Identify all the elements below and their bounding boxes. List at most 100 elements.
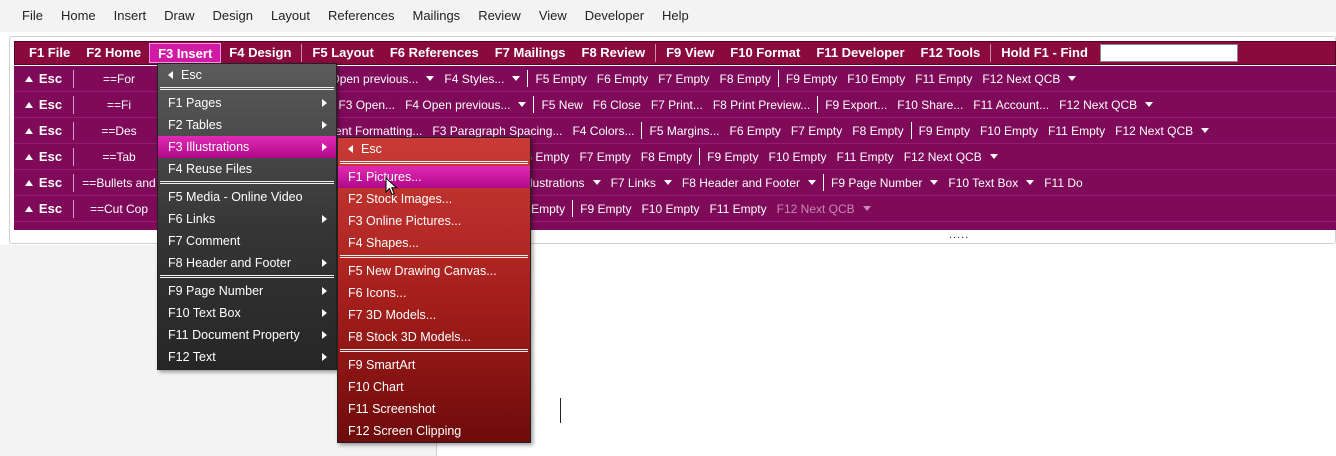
command-item[interactable]: F7 Print...: [646, 98, 708, 112]
esc-button[interactable]: Esc: [14, 121, 74, 140]
submenu-item-smartart[interactable]: F9 SmartArt: [338, 354, 530, 376]
esc-button[interactable]: Esc: [14, 147, 74, 166]
tab-view[interactable]: View: [530, 0, 576, 32]
submenu-item-esc[interactable]: Esc: [338, 138, 530, 160]
collapse-handle[interactable]: .....: [949, 229, 969, 241]
fkey-tab-developer[interactable]: F11 Developer: [808, 43, 912, 63]
command-item[interactable]: F4 Open previous...: [400, 98, 531, 112]
command-item[interactable]: F4 Styles...: [439, 72, 525, 86]
fkey-tab-home[interactable]: F2 Home: [78, 43, 149, 63]
command-item[interactable]: F6 Close: [588, 98, 646, 112]
command-item[interactable]: F8 Empty: [715, 72, 776, 86]
fkey-tab-format[interactable]: F10 Format: [722, 43, 808, 63]
tab-layout[interactable]: Layout: [262, 0, 319, 32]
command-item[interactable]: F5 Empty: [530, 72, 591, 86]
tab-references[interactable]: References: [319, 0, 403, 32]
command-item[interactable]: F9 Page Number: [826, 176, 943, 190]
command-item[interactable]: F5 New: [536, 98, 587, 112]
menu-item-document-property[interactable]: F11 Document Property: [158, 324, 336, 346]
submenu-item-icons[interactable]: F6 Icons...: [338, 282, 530, 304]
command-item[interactable]: F9 Export...: [820, 98, 892, 112]
command-item[interactable]: F8 Empty: [847, 124, 908, 138]
submenu-item-3d-models[interactable]: F7 3D Models...: [338, 304, 530, 326]
fkey-tab-design[interactable]: F4 Design: [221, 43, 299, 63]
command-item[interactable]: F12 Next QCB: [1054, 98, 1158, 112]
submenu-item-drawing-canvas[interactable]: F5 New Drawing Canvas...: [338, 260, 530, 282]
esc-button[interactable]: Esc: [14, 173, 74, 192]
command-item[interactable]: F12 Next QCB: [899, 150, 1003, 164]
command-item[interactable]: F11 Empty: [832, 150, 899, 164]
command-item[interactable]: F11 Empty: [910, 72, 977, 86]
fkey-tab-layout[interactable]: F5 Layout: [304, 43, 381, 63]
tab-home[interactable]: Home: [52, 0, 105, 32]
command-item[interactable]: F7 Empty: [653, 72, 714, 86]
tab-file[interactable]: File: [13, 0, 52, 32]
find-input[interactable]: [1099, 44, 1238, 62]
esc-button[interactable]: Esc: [14, 69, 74, 88]
command-item[interactable]: F10 Share...: [892, 98, 968, 112]
command-item[interactable]: F6 Empty: [592, 72, 653, 86]
command-item[interactable]: F9 Empty: [702, 150, 763, 164]
submenu-item-online-pictures[interactable]: F3 Online Pictures...: [338, 210, 530, 232]
command-item[interactable]: F8 Print Preview...: [708, 98, 815, 112]
fkey-tab-insert[interactable]: F3 Insert: [149, 43, 222, 63]
tab-developer[interactable]: Developer: [576, 0, 653, 32]
document-page[interactable]: [436, 245, 1336, 456]
command-item[interactable]: F8 Header and Footer: [677, 176, 821, 190]
menu-item-text[interactable]: F12 Text: [158, 346, 336, 368]
tab-insert[interactable]: Insert: [105, 0, 156, 32]
tab-mailings[interactable]: Mailings: [404, 0, 470, 32]
command-item[interactable]: F10 Empty: [842, 72, 910, 86]
command-item[interactable]: F4 Colors...: [567, 124, 639, 138]
command-item[interactable]: F3 Paragraph Spacing...: [427, 124, 567, 138]
menu-item-pages[interactable]: F1 Pages: [158, 92, 336, 114]
command-item[interactable]: F12 Next QCB: [977, 72, 1081, 86]
menu-item-esc[interactable]: Esc: [158, 64, 336, 86]
submenu-item-stock-3d-models[interactable]: F8 Stock 3D Models...: [338, 326, 530, 348]
esc-button[interactable]: Esc: [14, 95, 74, 114]
command-item[interactable]: F11 Account...: [968, 98, 1054, 112]
fkey-tab-tools[interactable]: F12 Tools: [913, 43, 989, 63]
submenu-item-screenshot[interactable]: F11 Screenshot: [338, 398, 530, 420]
tab-review[interactable]: Review: [469, 0, 530, 32]
command-item[interactable]: F7 Links: [606, 176, 677, 190]
menu-item-page-number[interactable]: F9 Page Number: [158, 280, 336, 302]
submenu-item-chart[interactable]: F10 Chart: [338, 376, 530, 398]
menu-item-tables[interactable]: F2 Tables: [158, 114, 336, 136]
command-item[interactable]: F10 Text Box: [943, 176, 1039, 190]
fkey-tab-references[interactable]: F6 References: [382, 43, 487, 63]
command-item[interactable]: F10 Empty: [764, 150, 832, 164]
command-item[interactable]: F11 Empty: [705, 202, 772, 216]
submenu-item-shapes[interactable]: F4 Shapes...: [338, 232, 530, 254]
menu-item-online-video[interactable]: F5 Media - Online Video: [158, 186, 336, 208]
command-item[interactable]: F12 Next QCB: [772, 202, 876, 216]
command-item[interactable]: F6 Empty: [725, 124, 786, 138]
fkey-tab-review[interactable]: F8 Review: [574, 43, 654, 63]
menu-item-text-box[interactable]: F10 Text Box: [158, 302, 336, 324]
command-item[interactable]: F10 Empty: [975, 124, 1043, 138]
command-item[interactable]: F8 Empty: [636, 150, 697, 164]
command-item[interactable]: F7 Empty: [786, 124, 847, 138]
tab-design[interactable]: Design: [204, 0, 262, 32]
tab-help[interactable]: Help: [653, 0, 698, 32]
command-item[interactable]: F11 Do: [1039, 176, 1087, 190]
command-item[interactable]: F12 Next QCB: [1110, 124, 1214, 138]
esc-button[interactable]: Esc: [14, 199, 74, 218]
menu-item-illustrations[interactable]: F3 Illustrations: [158, 136, 336, 158]
command-item[interactable]: F7 Empty: [574, 150, 635, 164]
command-item[interactable]: F11 Empty: [1043, 124, 1110, 138]
submenu-item-screen-clipping[interactable]: F12 Screen Clipping: [338, 420, 530, 442]
fkey-tab-file[interactable]: F1 File: [21, 43, 78, 63]
menu-item-header-footer[interactable]: F8 Header and Footer: [158, 252, 336, 274]
menu-item-links[interactable]: F6 Links: [158, 208, 336, 230]
submenu-item-pictures[interactable]: F1 Pictures...: [338, 166, 530, 188]
tab-draw[interactable]: Draw: [155, 0, 203, 32]
fkey-tab-view[interactable]: F9 View: [658, 43, 722, 63]
command-item[interactable]: F5 Margins...: [644, 124, 724, 138]
menu-item-reuse-files[interactable]: F4 Reuse Files: [158, 158, 336, 180]
command-item[interactable]: F3 Open...: [333, 98, 400, 112]
command-item[interactable]: F9 Empty: [575, 202, 636, 216]
fkey-tab-mailings[interactable]: F7 Mailings: [487, 43, 574, 63]
submenu-item-stock-images[interactable]: F2 Stock Images...: [338, 188, 530, 210]
command-item[interactable]: F10 Empty: [636, 202, 704, 216]
